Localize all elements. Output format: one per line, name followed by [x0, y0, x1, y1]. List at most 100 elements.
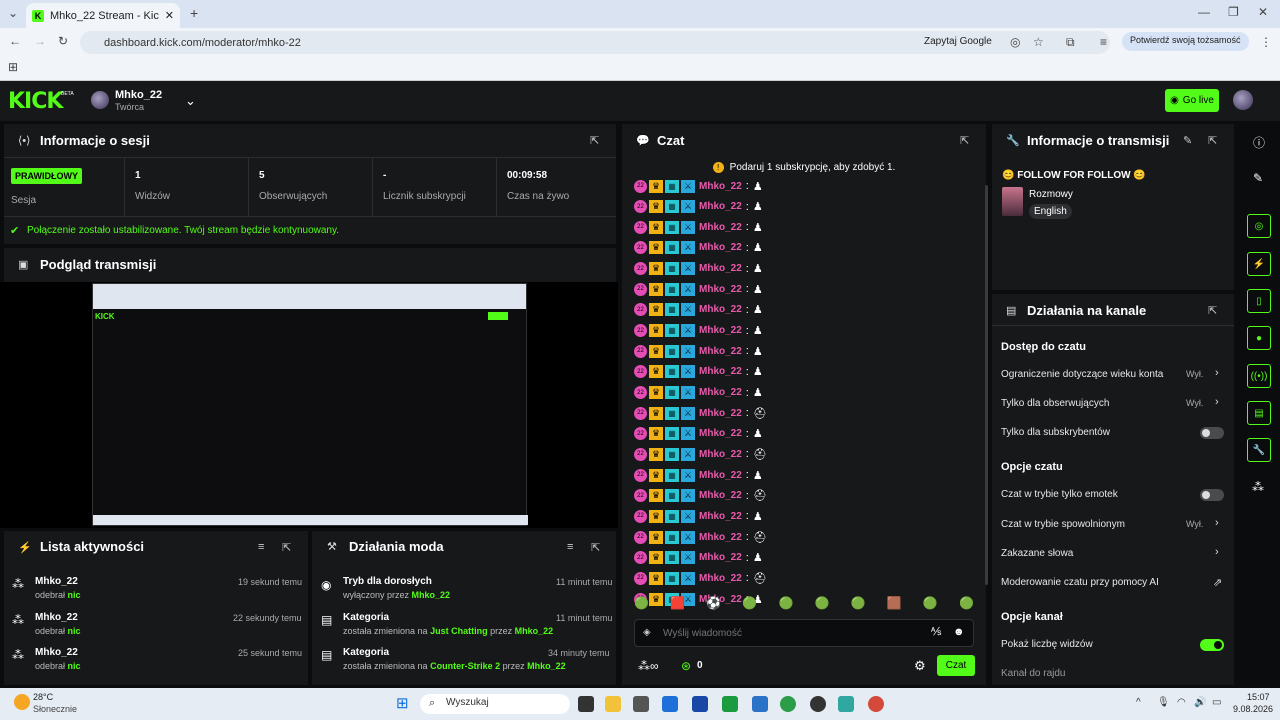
- kick-logo[interactable]: KICK: [8, 89, 63, 114]
- chevron-right-icon[interactable]: ›: [1215, 517, 1219, 529]
- popout-icon[interactable]: ⇱: [282, 541, 291, 554]
- emote-icon[interactable]: ⚽: [706, 596, 721, 614]
- chat-username[interactable]: Mhko_22: [699, 284, 742, 295]
- camera-icon[interactable]: ◎: [1247, 214, 1271, 238]
- chat-username[interactable]: Mhko_22: [699, 511, 742, 522]
- gift-banner[interactable]: ! Podaruj 1 subskrypcję, aby zdobyć 1.: [622, 157, 986, 178]
- chat-message[interactable]: 22 ♛ ▦ ⚔ Mhko_22: ⛑: [634, 489, 767, 503]
- reading-list-icon[interactable]: ≡: [1100, 35, 1107, 49]
- edit-pencil-icon[interactable]: ✎: [1253, 171, 1263, 185]
- verify-identity-button[interactable]: Potwierdź swoją tożsamość: [1122, 32, 1249, 51]
- chat-message[interactable]: 22 ♛ ▦ ⚔ Mhko_22: ♟: [634, 509, 763, 523]
- emote-icon[interactable]: 🟢: [851, 596, 866, 614]
- document-icon[interactable]: ▯: [1247, 289, 1271, 313]
- chat-input-field[interactable]: [663, 625, 913, 641]
- ai-moderation-option[interactable]: Moderowanie czatu przy pomocy AI: [1001, 577, 1159, 588]
- chat-input[interactable]: ◈ ⅍ ☻: [634, 619, 974, 647]
- chat-username[interactable]: Mhko_22: [699, 346, 742, 357]
- app-icon[interactable]: [633, 696, 649, 712]
- clock-time[interactable]: 15:07: [1247, 692, 1270, 702]
- users-icon[interactable]: ⁂∞: [638, 659, 659, 673]
- chat-username[interactable]: Mhko_22: [699, 449, 742, 460]
- eye-off-icon[interactable]: ◎: [1010, 35, 1020, 49]
- chat-username[interactable]: Mhko_22: [699, 470, 742, 481]
- age-limit-option[interactable]: Ograniczenie dotyczące wieku konta: [1001, 369, 1163, 380]
- chevron-right-icon[interactable]: ›: [1215, 367, 1219, 379]
- popout-icon[interactable]: ⇱: [960, 134, 969, 147]
- filter-icon[interactable]: ≡: [258, 541, 264, 553]
- emote-icon[interactable]: 🟥: [670, 596, 685, 614]
- browser-tab[interactable]: K Mhko_22 Stream - Kick Dashbo ✕: [26, 3, 180, 28]
- followers-only-option[interactable]: Tylko dla obserwujących: [1001, 398, 1109, 409]
- chat-message[interactable]: 22 ♛ ▦ ⚔ Mhko_22: ♟: [634, 282, 763, 296]
- category-thumbnail[interactable]: [1002, 187, 1023, 216]
- chat-scrollbar[interactable]: [985, 185, 988, 585]
- extensions-icon[interactable]: ⧉: [1066, 35, 1075, 50]
- forward-icon[interactable]: →: [34, 34, 46, 48]
- chat-username[interactable]: Mhko_22: [699, 222, 742, 233]
- task-view-icon[interactable]: [578, 696, 594, 712]
- chat-message[interactable]: 22 ♛ ▦ ⚔ Mhko_22: ♟: [634, 179, 763, 193]
- chat-username[interactable]: Mhko_22: [699, 532, 742, 543]
- chat-message[interactable]: 22 ♛ ▦ ⚔ Mhko_22: ♟: [634, 324, 763, 338]
- ask-google-button[interactable]: Zapytaj Google: [918, 33, 998, 50]
- chat-message[interactable]: 22 ♛ ▦ ⚔ Mhko_22: ♟: [634, 386, 763, 400]
- popout-icon[interactable]: ⇱: [590, 134, 599, 147]
- chat-username[interactable]: Mhko_22: [699, 201, 742, 212]
- chat-message[interactable]: 22 ♛ ▦ ⚔ Mhko_22: ♟: [634, 241, 763, 255]
- wrench-icon[interactable]: 🔧: [1247, 438, 1271, 462]
- emoji-icon[interactable]: ☻: [953, 626, 965, 638]
- apps-icon[interactable]: ⊞: [8, 60, 18, 74]
- broadcast-icon[interactable]: ((•)): [1247, 364, 1271, 388]
- user-avatar[interactable]: [1233, 90, 1253, 110]
- info-icon[interactable]: ⓘ: [1253, 134, 1265, 151]
- windows-start-icon[interactable]: ⊞: [396, 694, 409, 712]
- chat-message[interactable]: 22 ♛ ▦ ⚔ Mhko_22: ♟: [634, 303, 763, 317]
- chat-username[interactable]: Mhko_22: [699, 263, 742, 274]
- category-name[interactable]: Rozmowy: [1029, 189, 1073, 200]
- chat-username[interactable]: Mhko_22: [699, 428, 742, 439]
- emote-icon[interactable]: 🟢: [923, 596, 938, 614]
- volume-icon[interactable]: 🔊: [1194, 697, 1206, 708]
- chrome-icon[interactable]: [868, 696, 884, 712]
- chat-username[interactable]: Mhko_22: [699, 242, 742, 253]
- star-icon[interactable]: ☆: [1033, 35, 1044, 49]
- chat-message[interactable]: 22 ♛ ▦ ⚔ Mhko_22: ⛑: [634, 447, 767, 461]
- banned-words-option[interactable]: Zakazane słowa: [1001, 548, 1073, 559]
- minimize-icon[interactable]: —: [1198, 5, 1210, 19]
- chat-message[interactable]: 22 ♛ ▦ ⚔ Mhko_22: ♟: [634, 262, 763, 276]
- app-icon[interactable]: [810, 696, 826, 712]
- emote-only-toggle[interactable]: [1200, 489, 1224, 501]
- popout-icon[interactable]: ⇱: [1208, 304, 1217, 317]
- chat-message[interactable]: 22 ♛ ▦ ⚔ Mhko_22: ⛑: [634, 406, 767, 420]
- taskbar-search[interactable]: Wyszukaj: [420, 694, 570, 714]
- popout-icon[interactable]: ⇱: [591, 541, 600, 554]
- bolt-icon[interactable]: ⚡: [1247, 252, 1271, 276]
- file-explorer-icon[interactable]: [605, 696, 621, 712]
- chat-message[interactable]: 22 ♛ ▦ ⚔ Mhko_22: ⛑: [634, 571, 767, 585]
- subscribers-only-toggle[interactable]: [1200, 427, 1224, 439]
- chat-message[interactable]: 22 ♛ ▦ ⚔ Mhko_22: ⛑: [634, 530, 767, 544]
- chat-message[interactable]: 22 ♛ ▦ ⚔ Mhko_22: ♟: [634, 365, 763, 379]
- chevron-right-icon[interactable]: ›: [1215, 396, 1219, 408]
- chat-username[interactable]: Mhko_22: [699, 552, 742, 563]
- emote-icon[interactable]: 🟫: [887, 596, 902, 614]
- chat-username[interactable]: Mhko_22: [699, 408, 742, 419]
- raid-channel-option[interactable]: Kanał do rajdu: [1001, 668, 1066, 679]
- clock-date[interactable]: 9.08.2026: [1233, 704, 1273, 714]
- reload-icon[interactable]: ↻: [58, 34, 68, 48]
- mic-icon[interactable]: 🎙: [1157, 697, 1170, 708]
- tab-list-icon[interactable]: ⌄: [8, 6, 18, 20]
- chat-username[interactable]: Mhko_22: [699, 304, 742, 315]
- show-viewers-toggle[interactable]: [1200, 639, 1224, 651]
- chat-message[interactable]: 22 ♛ ▦ ⚔ Mhko_22: ♟: [634, 220, 763, 234]
- popout-icon[interactable]: ⇱: [1208, 134, 1217, 147]
- chevron-right-icon[interactable]: ›: [1215, 546, 1219, 558]
- chat-username[interactable]: Mhko_22: [699, 573, 742, 584]
- maximize-icon[interactable]: ❐: [1228, 5, 1239, 19]
- chat-message[interactable]: 22 ♛ ▦ ⚔ Mhko_22: ♟: [634, 468, 763, 482]
- chat-username[interactable]: Mhko_22: [699, 366, 742, 377]
- xbox-icon[interactable]: [722, 696, 738, 712]
- new-tab-icon[interactable]: +: [190, 5, 198, 21]
- chat-username[interactable]: Mhko_22: [699, 325, 742, 336]
